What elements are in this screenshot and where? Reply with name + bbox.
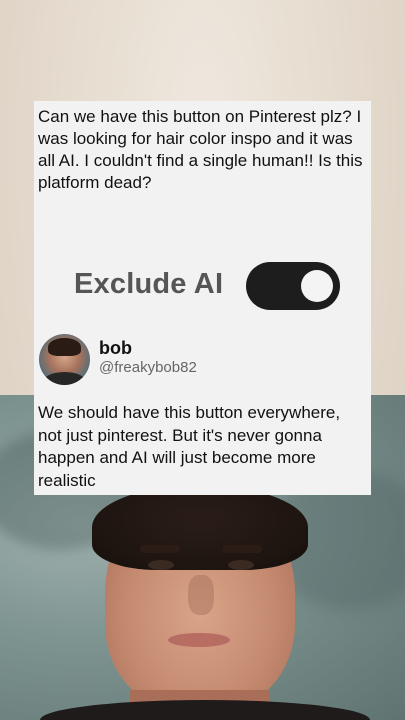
toggle-knob — [301, 270, 333, 302]
avatar[interactable] — [39, 334, 90, 385]
post-text: Can we have this button on Pinterest plz… — [38, 107, 363, 192]
person-hair — [92, 485, 308, 570]
exclude-ai-toggle[interactable] — [246, 262, 340, 310]
user-handle[interactable]: @freakybob82 — [99, 359, 197, 376]
toggle-label: Exclude AI — [74, 268, 224, 300]
user-name[interactable]: bob — [99, 338, 132, 359]
reply-text: We should have this button everywhere, n… — [38, 403, 341, 490]
exclude-ai-toggle-row[interactable]: Exclude AI — [74, 260, 344, 312]
